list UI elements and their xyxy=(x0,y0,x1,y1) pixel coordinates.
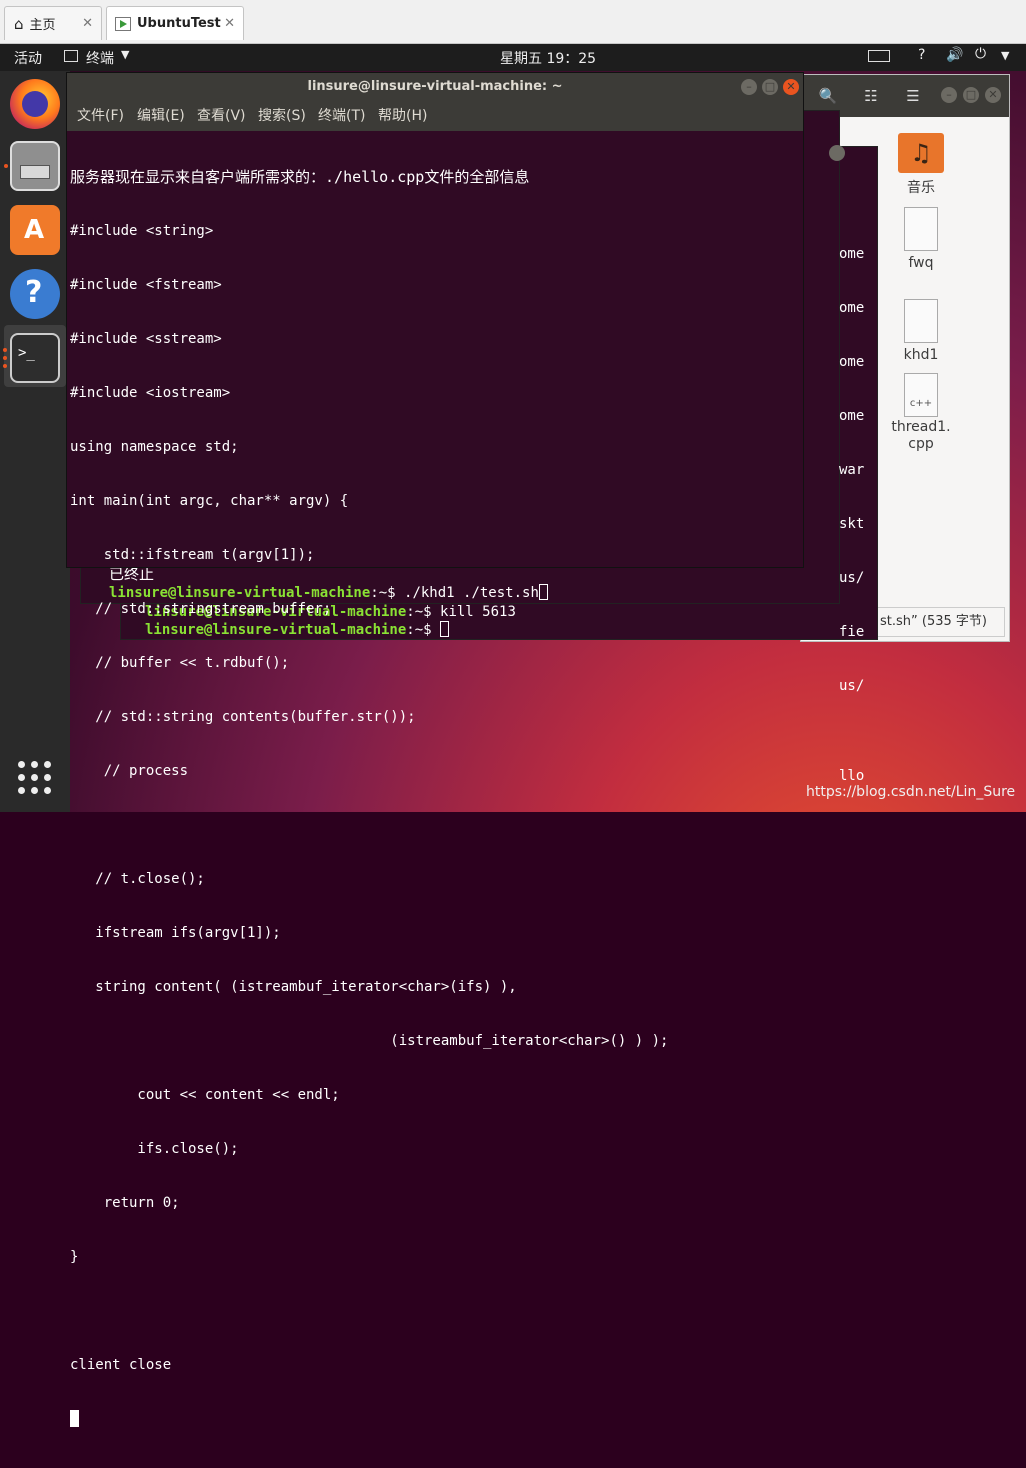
music-folder-icon: ♫ xyxy=(898,133,944,173)
terminal-line: // std::string contents(buffer.str()); xyxy=(70,709,416,725)
terminal-line: (istreambuf_iterator<char>() ) ); xyxy=(70,1033,669,1049)
cpp-file-icon: c++ xyxy=(904,373,938,417)
terminal-icon[interactable]: >_ xyxy=(10,333,60,383)
close-icon[interactable]: ✕ xyxy=(224,16,235,31)
terminal-app-icon xyxy=(64,50,78,62)
terminal-line: cout << content << endl; xyxy=(70,1087,340,1103)
terminal-window-main[interactable]: linsure@linsure-virtual-machine: ~ – □ ✕… xyxy=(66,72,804,1427)
terminal-line: #include <fstream> xyxy=(70,277,222,293)
terminal-title: linsure@linsure-virtual-machine: ~ xyxy=(67,73,803,101)
menu-search[interactable]: 搜索(S) xyxy=(258,101,306,131)
software-center-icon[interactable]: A xyxy=(10,205,60,255)
power-icon[interactable]: ⏻ xyxy=(975,46,986,62)
file-icon-view: ♫ 音乐 fwq khd1 c++ thread1. cpp xyxy=(876,117,1011,643)
terminal-line: ifs.close(); xyxy=(70,1141,239,1157)
text-cursor xyxy=(70,1410,79,1427)
close-icon[interactable]: ✕ xyxy=(82,16,93,31)
gnome-top-bar: 活动 终端 ▼ 星期五 19：25 ? 🔊 ⏻ ▼ xyxy=(0,44,1026,71)
close-icon[interactable]: ✕ xyxy=(783,79,799,95)
close-icon[interactable]: ✕ xyxy=(985,87,1001,103)
minimize-icon[interactable]: – xyxy=(741,79,757,95)
terminal-line: return 0; xyxy=(70,1195,180,1211)
close-icon[interactable] xyxy=(829,145,845,161)
terminal-line: ifstream ifs(argv[1]); xyxy=(70,925,281,941)
file-item-label: fwq xyxy=(908,255,934,271)
view-options-icon[interactable]: ☷ xyxy=(856,83,886,109)
file-item-fwq[interactable]: fwq xyxy=(876,207,966,271)
minimize-icon[interactable]: – xyxy=(941,87,957,103)
file-item-khd1[interactable]: khd1 xyxy=(876,299,966,363)
menu-help[interactable]: 帮助(H) xyxy=(378,101,427,131)
menu-edit[interactable]: 编辑(E) xyxy=(137,101,185,131)
vm-tab-home-label: 主页 xyxy=(29,18,56,33)
dock: A ? >_ xyxy=(0,71,70,812)
terminal-line: // process xyxy=(70,763,189,779)
file-item-label: 音乐 xyxy=(907,180,935,196)
activities-button[interactable]: 活动 xyxy=(14,48,42,68)
terminal-output: 服务器现在显示来自客户端所需求的：./hello.cpp文件的全部信息 #inc… xyxy=(70,132,668,1468)
text-file-icon xyxy=(904,299,938,343)
terminal-line: } xyxy=(70,1249,79,1265)
file-item-music[interactable]: ♫ 音乐 xyxy=(876,133,966,197)
vm-tab-ubuntutest-label: UbuntuTest xyxy=(137,16,221,31)
menu-view[interactable]: 查看(V) xyxy=(197,101,246,131)
watermark: https://blog.csdn.net/Lin_Sure xyxy=(806,784,1016,800)
terminal-line: // buffer << t.rdbuf(); xyxy=(70,655,290,671)
clock[interactable]: 星期五 19：25 xyxy=(500,48,596,68)
text-file-icon xyxy=(904,207,938,251)
chevron-down-icon[interactable]: ▼ xyxy=(121,48,129,61)
terminal-line: 服务器现在显示来自客户端所需求的：./hello.cpp文件的全部信息 xyxy=(70,168,530,186)
show-applications-icon[interactable] xyxy=(18,761,52,795)
files-icon[interactable] xyxy=(10,141,60,191)
maximize-icon[interactable]: □ xyxy=(963,87,979,103)
terminal-line: int main(int argc, char** argv) { xyxy=(70,493,349,509)
terminal-line: // t.close(); xyxy=(70,871,205,887)
terminal-line: // std::stringstream buffer; xyxy=(70,601,332,617)
status-overlay: st.sh” (535 字节) xyxy=(875,607,1005,637)
terminal-line: #include <string> xyxy=(70,223,214,239)
terminal-line: std::ifstream t(argv[1]); xyxy=(70,547,315,563)
volume-icon[interactable]: 🔊 xyxy=(946,47,963,63)
accessibility-icon[interactable]: ? xyxy=(918,47,925,63)
maximize-icon[interactable]: □ xyxy=(762,79,778,95)
menu-file[interactable]: 文件(F) xyxy=(77,101,124,131)
terminal-line: client close xyxy=(70,1357,172,1373)
file-item-label: khd1 xyxy=(903,347,939,363)
vm-tab-bar: ⌂ 主页 ✕ UbuntuTest ✕ xyxy=(0,0,1026,44)
chevron-down-icon[interactable]: ▼ xyxy=(1001,49,1009,62)
keyboard-icon[interactable] xyxy=(868,50,890,62)
vm-icon xyxy=(115,16,131,31)
terminal-line: string content( (istreambuf_iterator<cha… xyxy=(70,979,517,995)
terminal-menubar: 文件(F) 编辑(E) 查看(V) 搜索(S) 终端(T) 帮助(H) xyxy=(67,101,803,131)
vm-tab-home[interactable]: ⌂ 主页 ✕ xyxy=(4,6,102,40)
terminal-line: using namespace std; xyxy=(70,439,239,455)
search-icon[interactable]: 🔍 xyxy=(813,83,843,109)
terminal-line: #include <iostream> xyxy=(70,385,231,401)
vm-tab-ubuntutest[interactable]: UbuntuTest ✕ xyxy=(106,6,244,40)
app-menu-button[interactable]: 终端 xyxy=(86,48,114,68)
menu-terminal[interactable]: 终端(T) xyxy=(318,101,365,131)
menu-icon[interactable]: ☰ xyxy=(898,83,928,109)
terminal-side-fragments: ome ome ome ome war skt us/ fie us/ llo xyxy=(839,246,865,784)
home-icon: ⌂ xyxy=(14,14,24,33)
file-item-thread1-cpp[interactable]: c++ thread1. cpp xyxy=(876,373,966,453)
file-item-label: thread1. cpp xyxy=(891,419,951,452)
terminal-line: #include <sstream> xyxy=(70,331,222,347)
firefox-icon[interactable] xyxy=(10,79,60,129)
help-icon[interactable]: ? xyxy=(10,269,60,319)
